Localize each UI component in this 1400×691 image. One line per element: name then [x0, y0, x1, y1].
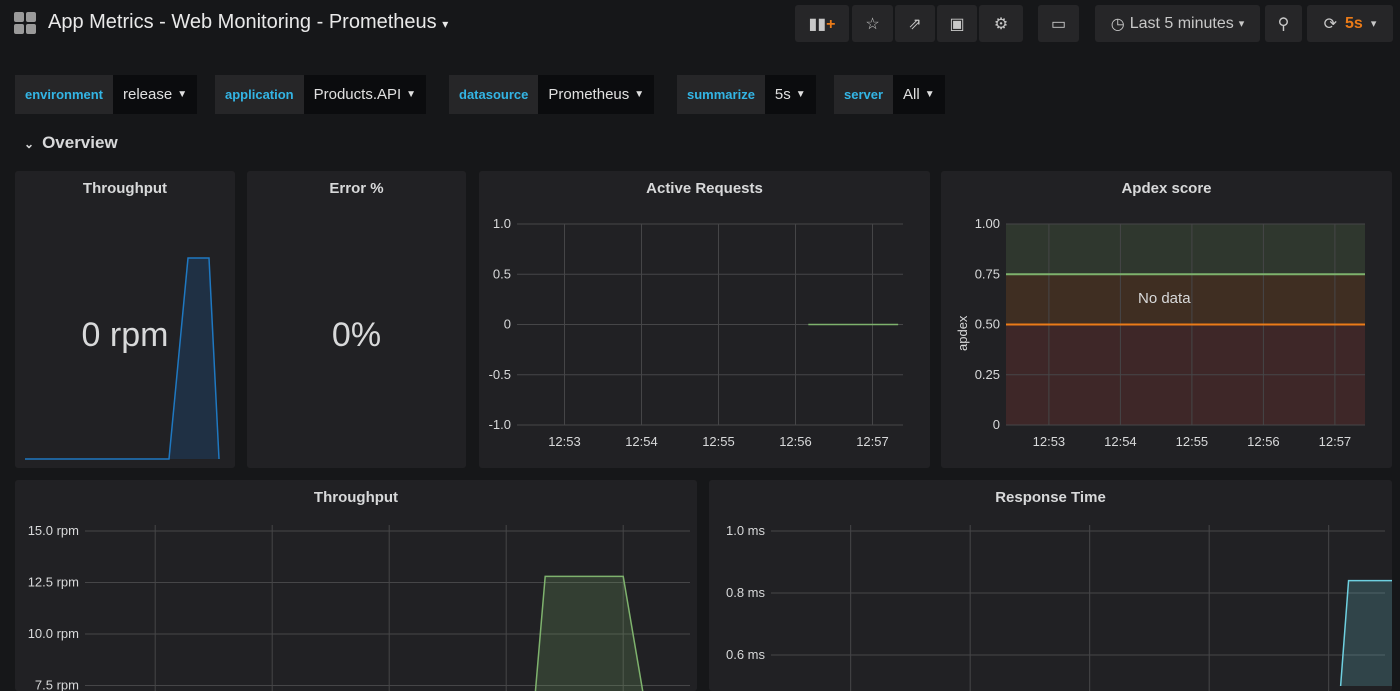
- variable-label: datasource: [449, 75, 539, 114]
- x-tick-label: 12:53: [1033, 434, 1066, 449]
- refresh-icon: ⟳: [1323, 15, 1338, 33]
- apdex-chart: 1.00 0.75 0.50 0.25 0 12:53 12:54 12:55 12:56 12:…: [975, 216, 1365, 449]
- stat-value: 0 rpm: [81, 316, 169, 354]
- zoom-out-icon: ⚲: [1277, 15, 1290, 33]
- save-icon: ▣: [949, 15, 965, 33]
- y-tick-label: 10.0 rpm: [28, 626, 79, 641]
- y-tick-label: 0: [993, 417, 1000, 432]
- share-icon: ⇗: [908, 15, 922, 33]
- y-tick-label: 0.75: [975, 266, 1000, 281]
- star-button[interactable]: ☆: [852, 5, 893, 42]
- series-area: [1340, 580, 1392, 686]
- variable-dropdown[interactable]: 5s ▼: [764, 75, 816, 114]
- grafana-logo-icon[interactable]: [14, 12, 36, 34]
- variable-environment[interactable]: environment release ▼: [15, 75, 198, 114]
- refresh-button[interactable]: ⟳ 5s ▾: [1307, 5, 1393, 42]
- threshold-band: [1006, 224, 1365, 275]
- share-button[interactable]: ⇗: [895, 5, 935, 42]
- add-panel-button[interactable]: ▮▮+: [795, 5, 849, 42]
- panel-throughput-stat[interactable]: Throughput 0 rpm: [15, 171, 235, 468]
- variable-dropdown[interactable]: Prometheus ▼: [538, 75, 655, 114]
- response-time-chart: 1.0 ms 0.8 ms 0.6 ms: [726, 523, 1392, 691]
- variable-summarize[interactable]: summarize 5s ▼: [677, 75, 816, 114]
- panel-apdex[interactable]: Apdex score 1.00 0.75 0.50 0.25 0 12:53 12:54 1…: [941, 171, 1392, 468]
- y-tick-label: 0.5: [493, 266, 511, 281]
- chevron-down-icon: ⌄: [24, 137, 35, 151]
- x-tick-label: 12:57: [1319, 434, 1352, 449]
- y-tick-label: 0: [504, 317, 511, 332]
- y-tick-label: 7.5 rpm: [35, 678, 79, 691]
- y-tick-label: 1.0 ms: [726, 523, 766, 538]
- y-axis-label: apdex: [955, 315, 970, 351]
- y-tick-label: 12.5 rpm: [28, 575, 79, 590]
- y-tick-label: 1.0: [493, 216, 511, 231]
- y-tick-label: 15.0 rpm: [28, 523, 79, 538]
- variable-dropdown[interactable]: release ▼: [113, 75, 198, 114]
- x-tick-label: 12:55: [702, 434, 735, 449]
- variable-dropdown[interactable]: Products.API ▼: [303, 75, 427, 114]
- zoom-out-button[interactable]: ⚲: [1265, 5, 1302, 42]
- y-tick-label: -1.0: [489, 417, 511, 432]
- caret-down-icon: ▼: [924, 89, 935, 100]
- variable-server[interactable]: server All ▼: [834, 75, 945, 114]
- variable-datasource[interactable]: datasource Prometheus ▼: [449, 75, 655, 114]
- panel-title: Error %: [329, 180, 384, 197]
- x-tick-label: 12:54: [1104, 434, 1137, 449]
- caret-down-icon: ▼: [406, 89, 417, 100]
- variable-label: server: [834, 75, 894, 114]
- x-tick-label: 12:54: [625, 434, 658, 449]
- variable-label: environment: [15, 75, 114, 114]
- gear-icon: ⚙: [993, 15, 1009, 33]
- no-data-label: No data: [1138, 290, 1191, 307]
- save-button[interactable]: ▣: [937, 5, 977, 42]
- clock-icon: ◷: [1110, 15, 1125, 33]
- dashboard-title[interactable]: App Metrics - Web Monitoring - Prometheu…: [48, 11, 448, 34]
- y-tick-label: 0.50: [975, 317, 1000, 332]
- tv-mode-button[interactable]: ▭: [1038, 5, 1079, 42]
- y-tick-label: -0.5: [489, 367, 511, 382]
- variable-dropdown[interactable]: All ▼: [893, 75, 945, 114]
- caret-down-icon: ▼: [177, 89, 188, 100]
- active-requests-chart: 1.0 0.5 0 -0.5 -1.0 12:53 12:54 12:55 12:56 12:57: [489, 216, 903, 449]
- caret-down-icon: ▼: [634, 89, 645, 100]
- variable-application[interactable]: application Products.API ▼: [215, 75, 427, 114]
- time-picker[interactable]: ◷ Last 5 minutes ▾: [1095, 5, 1260, 42]
- panel-response-time[interactable]: Response Time 1.0 ms 0.8 ms 0.6 ms: [709, 480, 1392, 691]
- y-tick-label: 0.25: [975, 367, 1000, 382]
- settings-button[interactable]: ⚙: [979, 5, 1023, 42]
- x-tick-label: 12:56: [1247, 434, 1280, 449]
- tv-mode-icon: ▭: [1050, 15, 1067, 33]
- panel-title: Throughput: [82, 180, 168, 197]
- panel-active-requests[interactable]: Active Requests 1.0 0.5 0 -0.5 -1.0 12:53 12:5…: [479, 171, 930, 468]
- add-panel-icon: ▮▮+: [808, 15, 836, 33]
- caret-down-icon: ▼: [795, 89, 806, 100]
- x-tick-label: 12:56: [779, 434, 812, 449]
- panel-throughput[interactable]: Throughput 15.0 rpm 12.5 rpm 10.0 rpm 7.5 r…: [15, 480, 697, 691]
- star-icon: ☆: [865, 15, 880, 33]
- x-tick-label: 12:53: [548, 434, 581, 449]
- x-tick-label: 12:57: [856, 434, 889, 449]
- x-tick-label: 12:55: [1176, 434, 1209, 449]
- throughput-chart: 15.0 rpm 12.5 rpm 10.0 rpm 7.5 rpm: [28, 523, 690, 691]
- y-tick-label: 1.00: [975, 216, 1000, 231]
- y-tick-label: 0.8 ms: [726, 585, 766, 600]
- variable-label: summarize: [677, 75, 765, 114]
- y-tick-label: 0.6 ms: [726, 647, 766, 662]
- row-overview[interactable]: ⌄ Overview: [24, 133, 118, 153]
- panel-error-stat[interactable]: Error % 0%: [247, 171, 466, 468]
- stat-value: 0%: [331, 316, 382, 354]
- variable-label: application: [215, 75, 304, 114]
